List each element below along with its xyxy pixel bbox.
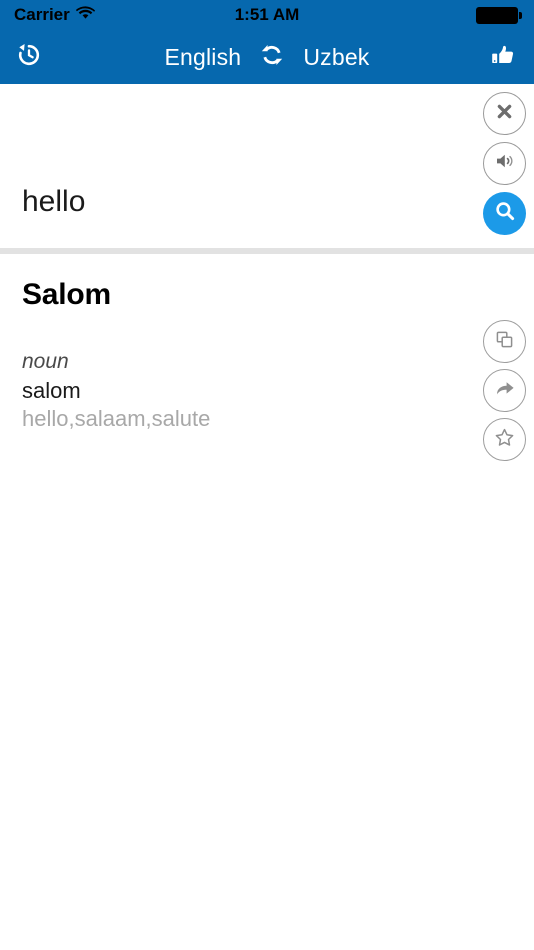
app-root: Carrier 1:51 AM English Uzbek hello Salo… [0, 0, 534, 950]
language-selector: English Uzbek [0, 42, 534, 73]
part-of-speech-label: noun [22, 350, 69, 373]
clear-input-button[interactable] [483, 92, 526, 135]
search-icon [494, 200, 516, 227]
battery-full-icon [476, 6, 522, 24]
target-language-button[interactable]: Uzbek [303, 44, 369, 71]
share-icon [494, 378, 516, 403]
input-action-buttons [483, 92, 526, 235]
result-panel: Salom noun salom hello,salaam,salute [0, 254, 534, 950]
translation-title: Salom [22, 278, 112, 311]
copy-button[interactable] [483, 320, 526, 363]
copy-icon [494, 329, 515, 355]
star-icon [494, 427, 515, 453]
share-button[interactable] [483, 369, 526, 412]
result-action-buttons [483, 320, 526, 461]
favorite-button[interactable] [483, 418, 526, 461]
speaker-icon [495, 152, 515, 175]
close-icon [495, 102, 514, 126]
synonyms-list: hello,salaam,salute [22, 406, 211, 431]
source-language-button[interactable]: English [164, 44, 241, 71]
search-button[interactable] [483, 192, 526, 235]
translation-word: salom [22, 378, 81, 403]
status-bar-right [476, 6, 522, 24]
like-button[interactable] [480, 34, 526, 80]
input-panel: hello [0, 84, 534, 248]
swap-languages-button[interactable] [259, 42, 285, 73]
search-input[interactable]: hello [22, 185, 85, 219]
status-bar-time: 1:51 AM [234, 5, 300, 24]
thumbs-up-icon [490, 42, 516, 73]
status-bar: Carrier 1:51 AM [0, 0, 534, 30]
navigation-bar: English Uzbek [0, 30, 534, 84]
swap-languages-icon [259, 42, 285, 73]
definition-list: noun salom hello,salaam,salute [22, 348, 210, 433]
speak-input-button[interactable] [483, 142, 526, 185]
